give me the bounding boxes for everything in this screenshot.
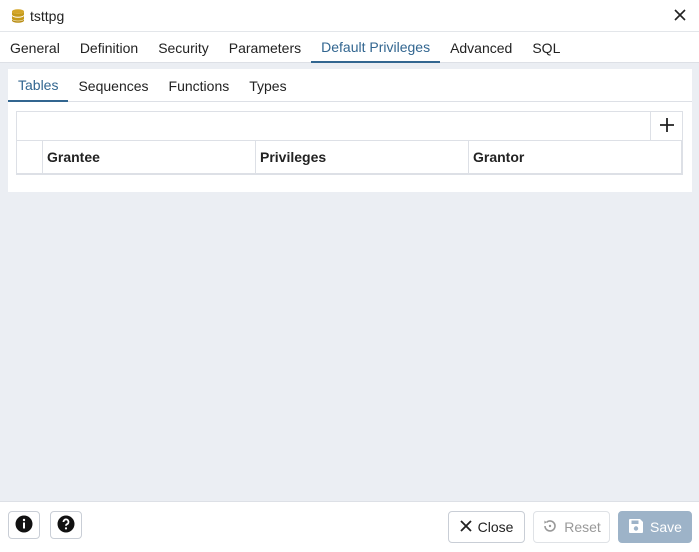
dialog-title: tsttpg	[30, 7, 65, 24]
object-type-tabs: Tables Sequences Functions Types	[8, 69, 692, 102]
save-icon	[628, 518, 644, 537]
close-icon	[459, 519, 472, 535]
privileges-grid: Grantee Privileges Grantor	[16, 111, 683, 175]
tab-security[interactable]: Security	[148, 32, 219, 63]
subtab-types[interactable]: Types	[239, 69, 296, 102]
grid-column-headers: Grantee Privileges Grantor	[17, 141, 682, 175]
info-button[interactable]	[8, 511, 40, 539]
privileges-panel: Tables Sequences Functions Types Grantee…	[8, 69, 692, 192]
subtab-sequences[interactable]: Sequences	[68, 69, 158, 102]
database-icon	[10, 8, 26, 24]
plus-icon	[659, 117, 675, 136]
reset-icon	[542, 518, 558, 537]
help-button[interactable]	[50, 511, 82, 539]
info-icon	[15, 515, 33, 536]
subtab-tables[interactable]: Tables	[8, 69, 69, 102]
add-row-button[interactable]	[650, 112, 682, 140]
reset-button[interactable]: Reset	[533, 511, 610, 543]
dialog-content: Tables Sequences Functions Types Grantee…	[0, 63, 699, 501]
dialog-titlebar: tsttpg	[0, 0, 699, 32]
column-grantee[interactable]: Grantee	[43, 141, 256, 173]
column-grantor[interactable]: Grantor	[469, 141, 682, 173]
subtab-functions[interactable]: Functions	[159, 69, 240, 102]
dialog-footer: Close Reset Save	[0, 501, 699, 552]
save-button[interactable]: Save	[618, 511, 692, 543]
help-icon	[57, 515, 75, 536]
tab-default-privileges[interactable]: Default Privileges	[311, 32, 441, 63]
grid-toolbar	[17, 112, 682, 141]
tab-parameters[interactable]: Parameters	[219, 32, 311, 63]
tab-general[interactable]: General	[0, 32, 70, 63]
close-button[interactable]: Close	[448, 511, 525, 543]
tab-definition[interactable]: Definition	[70, 32, 148, 63]
save-button-label: Save	[650, 519, 682, 535]
row-actions-column	[17, 141, 43, 173]
tab-sql[interactable]: SQL	[522, 32, 570, 63]
reset-button-label: Reset	[564, 519, 601, 535]
tab-advanced[interactable]: Advanced	[440, 32, 522, 63]
close-button-label: Close	[477, 519, 514, 535]
close-icon[interactable]	[671, 6, 689, 24]
main-tab-bar: General Definition Security Parameters D…	[0, 32, 699, 63]
column-privileges[interactable]: Privileges	[256, 141, 469, 173]
